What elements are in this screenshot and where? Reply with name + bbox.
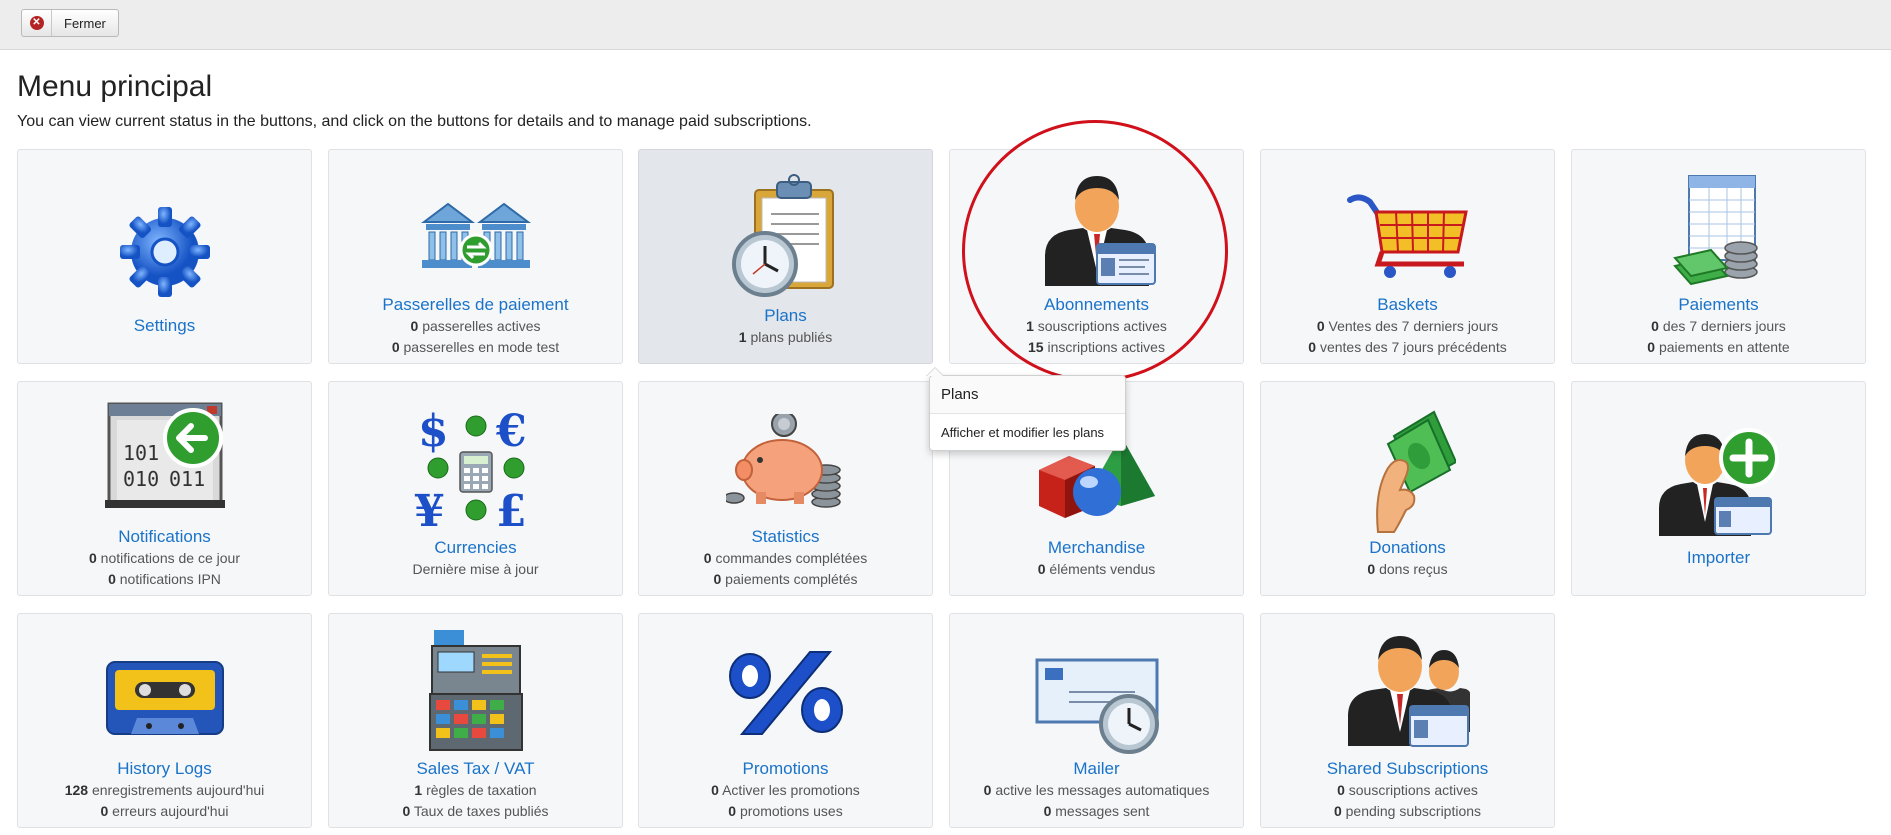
tile-stat: 0 paiements complétés: [713, 571, 858, 587]
spreadsheet-money-icon: [1572, 172, 1865, 290]
tile-stat: 0 des 7 derniers jours: [1651, 318, 1786, 334]
currency-exchange-icon: $ € ¥ £: [329, 406, 622, 530]
tooltip-body: Afficher et modifier les plans: [941, 425, 1105, 440]
tile-stat: 0 dons reçus: [1367, 561, 1448, 577]
tile-baskets[interactable]: Baskets 0 Ventes des 7 derniers jours 0 …: [1260, 149, 1555, 364]
svg-text:¥: ¥: [414, 486, 445, 530]
tile-stat: 0 erreurs aujourd'hui: [100, 803, 229, 819]
cassette-icon: [18, 660, 311, 742]
tile-label: Statistics: [751, 527, 820, 546]
tile-label: Plans: [764, 306, 807, 325]
cash-register-icon: [329, 628, 622, 752]
tile-stat: 0 Ventes des 7 derniers jours: [1316, 318, 1499, 334]
tile-mailer[interactable]: Mailer 0 active les messages automatique…: [949, 613, 1244, 828]
tile-notifications[interactable]: 101 010 011 Notifications 0 notification…: [17, 381, 312, 596]
tile-stat: 0 notifications IPN: [108, 571, 221, 587]
page-intro: You can view current status in the butto…: [17, 113, 812, 130]
envelope-clock-icon: [950, 658, 1243, 754]
user-add-icon: [1572, 426, 1865, 538]
tile-stat: 128 enregistrements aujourd'hui: [64, 782, 265, 798]
close-icon: ✕: [22, 10, 52, 36]
tile-stat: 0 pending subscriptions: [1333, 803, 1482, 819]
tile-stat: 15 inscriptions actives: [1028, 339, 1165, 355]
clipboard-clock-icon: [639, 174, 932, 298]
tile-label: Notifications: [118, 527, 211, 546]
tooltip-plans: Plans Afficher et modifier les plans: [926, 367, 1126, 451]
percent-icon: [639, 650, 932, 736]
tile-label: Passerelles de paiement: [382, 295, 569, 314]
tile-label: Baskets: [1377, 295, 1438, 314]
tile-donations[interactable]: Donations 0 dons reçus: [1260, 381, 1555, 596]
tile-stat: 0 Taux de taxes publiés: [402, 803, 549, 819]
tile-stat: 0 paiements en attente: [1647, 339, 1790, 355]
svg-text:€: €: [495, 406, 527, 457]
tile-settings[interactable]: Settings: [17, 149, 312, 364]
tile-label: History Logs: [117, 759, 212, 778]
tile-history-logs[interactable]: History Logs 128 enregistrements aujourd…: [17, 613, 312, 828]
tile-statistics[interactable]: Statistics 0 commandes complétées 0 paie…: [638, 381, 933, 596]
bank-icon: [329, 198, 622, 274]
tile-label: Promotions: [742, 759, 829, 778]
tile-label: Paiements: [1678, 295, 1759, 314]
tile-shared-subscriptions[interactable]: Shared Subscriptions 0 souscriptions act…: [1260, 613, 1555, 828]
tile-stat: 0 promotions uses: [728, 803, 843, 819]
tile-stat: 1 règles de taxation: [414, 782, 537, 798]
tile-paiements[interactable]: Paiements 0 des 7 derniers jours 0 paiem…: [1571, 149, 1866, 364]
tile-label: Currencies: [434, 538, 517, 557]
tile-label: Settings: [133, 316, 196, 335]
svg-text:£: £: [496, 486, 527, 530]
tile-stat: 0 Activer les promotions: [711, 782, 860, 798]
tile-stat: 0 passerelles en mode test: [391, 339, 560, 355]
tile-stat: 0 messages sent: [1043, 803, 1150, 819]
tile-stat: 0 ventes des 7 jours précédents: [1308, 339, 1507, 355]
tile-label: Merchandise: [1047, 538, 1146, 557]
tile-stat: 0 souscriptions actives: [1337, 782, 1478, 798]
user-card-icon: [950, 174, 1243, 290]
tile-plans[interactable]: Plans 1 plans publiés: [638, 149, 933, 364]
tile-label: Donations: [1369, 538, 1446, 557]
gear-icon: [18, 202, 311, 302]
close-button[interactable]: ✕ Fermer: [21, 9, 119, 37]
tile-stat: Dernière mise à jour: [412, 561, 539, 577]
tile-promotions[interactable]: Promotions 0 Activer les promotions 0 pr…: [638, 613, 933, 828]
tooltip-title: Plans: [930, 376, 1125, 414]
piggy-bank-icon: [639, 414, 932, 510]
svg-text:011: 011: [169, 467, 205, 491]
tile-stat: 0 notifications de ce jour: [89, 550, 240, 566]
tile-stat: 1 plans publiés: [738, 329, 833, 345]
close-button-label: Fermer: [64, 15, 106, 31]
tile-stat: 1 souscriptions actives: [1026, 318, 1167, 334]
svg-text:010: 010: [123, 467, 159, 491]
tile-label: Mailer: [1073, 759, 1120, 778]
hand-money-icon: [1261, 410, 1554, 534]
toolbar: ✕ Fermer: [0, 0, 1891, 50]
tile-stat: 0 active les messages automatiques: [983, 782, 1210, 798]
tile-label: Sales Tax / VAT: [416, 759, 535, 778]
tile-stat: 0 commandes complétées: [703, 550, 868, 566]
page-title: Menu principal: [17, 70, 213, 103]
shopping-cart-icon: [1261, 190, 1554, 280]
tile-stat: 0 éléments vendus: [1037, 561, 1156, 577]
svg-text:$: $: [418, 406, 449, 457]
tile-abonnements[interactable]: Abonnements 1 souscriptions actives 15 i…: [949, 149, 1244, 364]
binary-window-icon: 101 010 011: [18, 400, 311, 516]
svg-text:101: 101: [123, 441, 159, 465]
tile-sales-tax-vat[interactable]: Sales Tax / VAT 1 règles de taxation 0 T…: [328, 613, 623, 828]
tile-label: Shared Subscriptions: [1326, 759, 1489, 778]
tile-importer[interactable]: Importer: [1571, 381, 1866, 596]
tile-stat: 0 passerelles actives: [410, 318, 541, 334]
tile-label: Abonnements: [1044, 295, 1149, 314]
tile-label: Importer: [1686, 548, 1751, 567]
tile-passerelles-de-paiement[interactable]: Passerelles de paiement 0 passerelles ac…: [328, 149, 623, 364]
tile-currencies[interactable]: $ € ¥ £ Currencies Dernière mise à jour: [328, 381, 623, 596]
users-card-icon: [1261, 636, 1554, 748]
